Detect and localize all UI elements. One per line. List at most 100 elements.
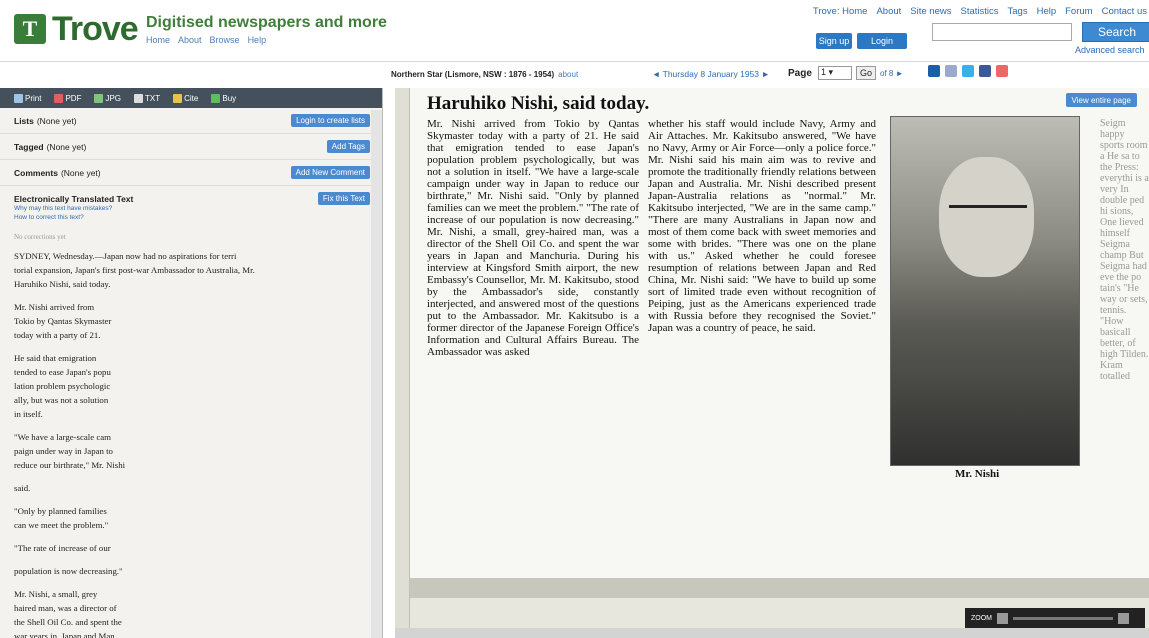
topnav-contact[interactable]: Contact us bbox=[1102, 6, 1147, 17]
article-column-2: whether his staff would include Navy, Ar… bbox=[648, 118, 876, 488]
go-button[interactable]: Go bbox=[856, 66, 876, 80]
publication-title: Northern Star (Lismore, NSW : 1876 - 195… bbox=[391, 70, 578, 79]
trove-logo[interactable]: T Trove bbox=[14, 10, 139, 48]
ocr-paragraph: He said that emigration tended to ease Ja… bbox=[14, 351, 374, 421]
text-file-icon bbox=[134, 93, 144, 103]
ocr-line: population is now decreasing." bbox=[14, 566, 123, 576]
add-tags-button[interactable]: Add Tags bbox=[326, 140, 370, 153]
login-label: Login bbox=[870, 36, 894, 46]
dollar-icon bbox=[211, 93, 221, 103]
site-header: T Trove Digitised newspapers and more Ho… bbox=[0, 0, 1149, 62]
about-link[interactable]: about bbox=[558, 70, 578, 79]
tagline: Digitised newspapers and more bbox=[146, 14, 387, 31]
search-input[interactable] bbox=[932, 23, 1072, 41]
topnav-tags[interactable]: Tags bbox=[1008, 6, 1028, 17]
comments-value: (None yet) bbox=[60, 167, 101, 178]
ocr-paragraph: SYDNEY, Wednesday.—Japan now had no aspi… bbox=[14, 249, 374, 291]
article-headline: Haruhiko Nishi, said today. bbox=[427, 93, 650, 114]
zoom-label: ZOOM bbox=[971, 614, 992, 622]
article-panel: Print PDF JPG TXT Cite Buy Lists (None ye… bbox=[0, 88, 383, 638]
twitter-icon[interactable] bbox=[962, 65, 974, 77]
view-entire-page-button[interactable]: View entire page bbox=[1065, 93, 1137, 107]
page-select[interactable]: 1 ▾ bbox=[818, 66, 852, 80]
why-mistakes-link[interactable]: Why may this text have mistakes? bbox=[14, 204, 368, 213]
fix-text-button[interactable]: Fix this Text bbox=[317, 192, 370, 205]
brand-name: Trove bbox=[52, 10, 139, 48]
pdf-label: PDF bbox=[65, 93, 82, 103]
topnav-help[interactable]: Help bbox=[1037, 6, 1057, 17]
ocr-line: SYDNEY, Wednesday.—Japan now had no aspi… bbox=[14, 251, 237, 261]
publication-name: Northern Star (Lismore, NSW : 1876 - 195… bbox=[391, 70, 555, 79]
issue-bar: Northern Star (Lismore, NSW : 1876 - 195… bbox=[0, 62, 1149, 88]
ocr-line: Mr. Nishi arrived from bbox=[14, 302, 95, 312]
column-2-text: whether his staff would include Navy, Ar… bbox=[648, 118, 876, 334]
translated-text-title: Electronically Translated Text bbox=[14, 194, 134, 204]
subnav-help[interactable]: Help bbox=[248, 35, 267, 45]
login-button[interactable]: Login bbox=[857, 33, 907, 49]
sign-up-button[interactable]: Sign up bbox=[816, 33, 852, 49]
topnav-about[interactable]: About bbox=[876, 6, 901, 17]
panel-scrollbar[interactable] bbox=[371, 110, 382, 638]
topnav-forum[interactable]: Forum bbox=[1065, 6, 1092, 17]
share-icons bbox=[928, 65, 1008, 77]
ocr-paragraph: said. bbox=[14, 481, 374, 495]
image-icon bbox=[94, 93, 104, 103]
facebook-icon[interactable] bbox=[979, 65, 991, 77]
ocr-paragraph: Mr. Nishi arrived from Tokio by Qantas Sk… bbox=[14, 300, 374, 342]
search-button[interactable]: Search bbox=[1082, 22, 1149, 42]
cite-button[interactable]: Cite bbox=[169, 91, 202, 105]
ocr-line: today with a party of 21. bbox=[14, 330, 101, 340]
ocr-line: the Shell Oil Co. and spent the bbox=[14, 617, 122, 627]
tagged-value: (None yet) bbox=[46, 141, 87, 152]
add-comment-button[interactable]: Add New Comment bbox=[290, 166, 370, 179]
subnav-about[interactable]: About bbox=[178, 35, 202, 45]
subnav-browse[interactable]: Browse bbox=[210, 35, 240, 45]
topnav-home[interactable]: Trove: Home bbox=[813, 6, 868, 17]
zoom-slider[interactable] bbox=[1013, 616, 1113, 620]
printer-icon bbox=[14, 93, 23, 103]
ocr-line: tended to ease Japan's popu bbox=[14, 367, 111, 377]
jpg-label: JPG bbox=[105, 93, 122, 103]
trove-logo-icon: T bbox=[14, 14, 46, 44]
sub-navigation: Home About Browse Help bbox=[146, 35, 266, 45]
issue-date-nav[interactable]: ◄ Thursday 8 January 1953 ► bbox=[652, 69, 770, 79]
txt-button[interactable]: TXT bbox=[130, 91, 164, 105]
jpg-button[interactable]: JPG bbox=[90, 91, 125, 105]
subnav-home[interactable]: Home bbox=[146, 35, 170, 45]
advanced-search-link[interactable]: Advanced search bbox=[1075, 45, 1145, 55]
ocr-line: paign under way in Japan to bbox=[14, 446, 113, 456]
how-correct-link[interactable]: How to correct this text? bbox=[14, 213, 368, 222]
print-button[interactable]: Print bbox=[10, 91, 45, 105]
viewer-horizontal-scrollbar[interactable] bbox=[395, 628, 1149, 638]
page-viewer: View entire page Haruhiko Nishi, said to… bbox=[395, 88, 1149, 638]
ocr-line: "The rate of increase of our bbox=[14, 543, 111, 553]
ocr-line: said. bbox=[14, 483, 31, 493]
topnav-statistics[interactable]: Statistics bbox=[960, 6, 998, 17]
delicious-icon[interactable] bbox=[928, 65, 940, 77]
ocr-paragraph: "We have a large-scale cam paign under wa… bbox=[14, 430, 374, 472]
pencil-icon bbox=[173, 93, 183, 103]
ocr-line: lation problem psychologic bbox=[14, 381, 111, 391]
zoom-in-button[interactable] bbox=[1118, 612, 1129, 624]
share-icon[interactable] bbox=[996, 65, 1008, 77]
adjacent-article-text: Seigm happy sports room a He sa to the P… bbox=[1100, 118, 1149, 382]
buy-label: Buy bbox=[222, 93, 237, 103]
ocr-paragraph: population is now decreasing." bbox=[14, 564, 374, 578]
digg-icon[interactable] bbox=[945, 65, 957, 77]
newspaper-page[interactable]: View entire page Haruhiko Nishi, said to… bbox=[410, 88, 1149, 578]
ocr-line: war years in. Japan and Man bbox=[14, 631, 115, 638]
page-value: 1 bbox=[821, 67, 827, 77]
topnav-site-news[interactable]: Site news bbox=[910, 6, 951, 17]
comments-row: Comments (None yet) Add New Comment bbox=[0, 160, 382, 186]
login-create-lists-button[interactable]: Login to create lists bbox=[291, 114, 370, 127]
zoom-out-button[interactable] bbox=[997, 612, 1008, 624]
buy-button[interactable]: Buy bbox=[207, 91, 240, 105]
tagged-row: Tagged (None yet) Add Tags bbox=[0, 134, 382, 160]
page-count[interactable]: of 8 ► bbox=[880, 69, 903, 78]
ocr-line: haired man, was a director of bbox=[14, 603, 117, 613]
pdf-button[interactable]: PDF bbox=[50, 91, 85, 105]
ocr-line: "Only by planned families bbox=[14, 506, 107, 516]
ocr-line: Mr. Nishi, a small, grey bbox=[14, 589, 98, 599]
comments-label: Comments bbox=[14, 167, 58, 178]
ocr-paragraph: "Only by planned families can we meet the… bbox=[14, 504, 374, 532]
